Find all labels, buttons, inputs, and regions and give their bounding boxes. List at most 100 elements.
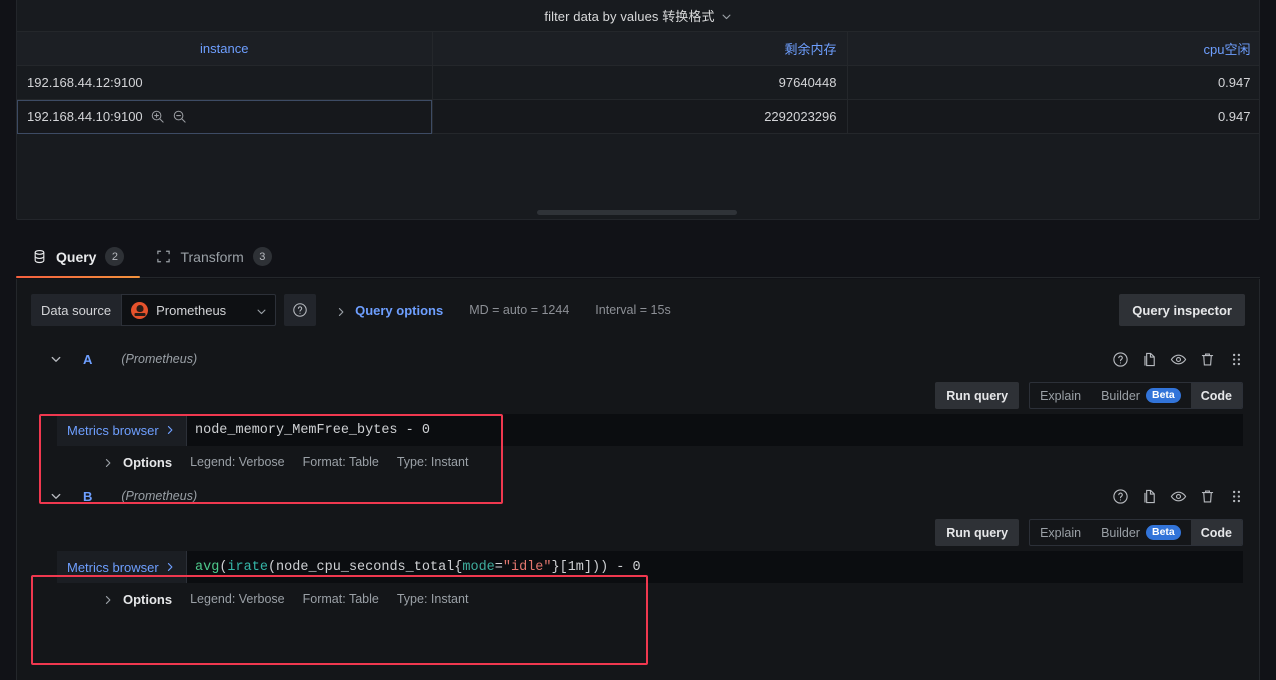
tab-transform-badge: 3: [252, 247, 272, 266]
query-b-datasource: (Prometheus): [121, 489, 198, 503]
expr-token: =: [494, 559, 503, 575]
datasource-row: Data source Prometheus Query options MD …: [17, 279, 1259, 341]
query-b-expression-input[interactable]: avg(irate (node_cpu_seconds_total{mode = "i…: [187, 551, 1243, 583]
query-editor-body: Data source Prometheus Query options MD …: [16, 279, 1260, 680]
trash-icon[interactable]: [1199, 351, 1216, 368]
query-a-refid[interactable]: A: [83, 352, 92, 367]
run-query-button[interactable]: Run query: [935, 519, 1020, 546]
cell-cpu: 0.947: [847, 99, 1259, 134]
query-a-datasource: (Prometheus): [121, 352, 198, 366]
code-mode-button[interactable]: Code: [1190, 383, 1242, 408]
expr-token: "idle": [502, 559, 552, 575]
chevron-down-icon[interactable]: [256, 306, 267, 317]
query-a-options-line[interactable]: Options Legend: Verbose Format: Table Ty…: [57, 446, 1243, 478]
table-horizontal-scrollbar[interactable]: [17, 205, 1259, 219]
beta-badge: Beta: [1145, 525, 1181, 540]
zoom-in-icon[interactable]: [150, 109, 165, 124]
cell-instance: 192.168.44.10:9100: [17, 99, 433, 134]
expr-token: -: [397, 422, 422, 438]
expr-token: (: [219, 559, 228, 575]
instance-value: 192.168.44.10:9100: [27, 109, 143, 124]
trash-icon[interactable]: [1199, 488, 1216, 505]
database-icon: [32, 249, 47, 264]
query-b-actions: [1112, 488, 1245, 505]
transform-icon: [156, 249, 171, 264]
option-format: Format: Table: [302, 455, 379, 469]
chevron-right-icon: [103, 457, 113, 467]
query-row-a: A (Prometheus) Run query Explain Builder: [17, 341, 1259, 478]
metrics-browser-label: Metrics browser: [67, 422, 159, 438]
panel-header: filter data by values 转换格式: [17, 0, 1259, 31]
query-a-editor: Metrics browser node_memory_MemFree_byte…: [17, 414, 1259, 478]
expr-token: 0: [421, 422, 430, 438]
query-b-expression-line: Metrics browser avg(irate (node_cpu_secon…: [57, 551, 1243, 583]
panel-title-menu[interactable]: filter data by values 转换格式: [544, 6, 731, 25]
expr-token: avg: [195, 559, 220, 575]
chevron-down-icon[interactable]: [47, 350, 65, 368]
drag-handle-icon[interactable]: [1228, 351, 1245, 368]
builder-mode-button[interactable]: Builder Beta: [1091, 383, 1191, 408]
chevron-right-icon: [165, 423, 175, 438]
query-a-toolbar: Run query Explain Builder Beta Code: [17, 377, 1259, 414]
help-circle-icon[interactable]: [284, 294, 317, 326]
datasource-picker[interactable]: Prometheus: [121, 294, 277, 326]
datasource-label: Data source: [31, 294, 122, 326]
column-header-instance[interactable]: instance: [17, 31, 433, 66]
scrollbar-thumb[interactable]: [537, 210, 737, 215]
duplicate-icon[interactable]: [1141, 488, 1158, 505]
prometheus-logo-icon: [131, 301, 149, 319]
duplicate-icon[interactable]: [1141, 351, 1158, 368]
query-inspector-button[interactable]: Query inspector: [1119, 294, 1245, 326]
query-a-expression-input[interactable]: node_memory_MemFree_bytes - 0: [187, 414, 1243, 446]
panel-title-text: filter data by values 转换格式: [544, 9, 715, 24]
expr-token: 0: [632, 559, 641, 575]
run-query-button[interactable]: Run query: [935, 382, 1020, 409]
eye-icon[interactable]: [1170, 488, 1187, 505]
option-type: Type: Instant: [396, 592, 469, 606]
code-mode-button[interactable]: Code: [1190, 520, 1242, 545]
column-header-cpu[interactable]: cpu空闲: [847, 31, 1259, 66]
chevron-right-icon: [336, 305, 346, 316]
query-b-options-line[interactable]: Options Legend: Verbose Format: Table Ty…: [57, 583, 1243, 615]
instance-value: 192.168.44.12:9100: [27, 75, 143, 90]
explain-toggle[interactable]: Explain: [1030, 383, 1091, 408]
column-header-mem[interactable]: 剩余内存: [432, 31, 848, 66]
metrics-browser-button[interactable]: Metrics browser: [57, 551, 187, 583]
table-header-row: instance 剩余内存 cpu空闲: [17, 31, 1259, 66]
table-row[interactable]: 192.168.44.12:9100 97640448 0.947: [17, 65, 1259, 100]
tab-transform[interactable]: Transform 3: [140, 247, 287, 277]
editor-tabs: Query 2 Transform 3: [16, 238, 1260, 278]
query-b-refid[interactable]: B: [83, 489, 92, 504]
grafana-panel-edit-page: filter data by values 转换格式 instance 剩余内存…: [0, 0, 1276, 680]
metrics-browser-label: Metrics browser: [67, 559, 159, 575]
eye-icon[interactable]: [1170, 351, 1187, 368]
help-circle-icon[interactable]: [1112, 488, 1129, 505]
tab-query-label: Query: [56, 248, 97, 265]
query-options-label: Query options: [355, 302, 444, 318]
metrics-browser-button[interactable]: Metrics browser: [57, 414, 187, 446]
builder-mode-button[interactable]: Builder Beta: [1091, 520, 1191, 545]
datasource-selected: Prometheus: [156, 302, 227, 318]
chevron-down-icon[interactable]: [721, 11, 732, 22]
table-row[interactable]: 192.168.44.10:9100 2292023296 0.947: [17, 99, 1259, 134]
help-circle-icon[interactable]: [1112, 351, 1129, 368]
expr-token: }[1m])) -: [551, 559, 633, 575]
tab-query[interactable]: Query 2: [16, 247, 141, 278]
query-row-b: B (Prometheus) Run query Explain Builder: [17, 478, 1259, 615]
data-table: instance 剩余内存 cpu空闲 192.168.44.12:9100 9…: [17, 31, 1259, 134]
panel-table: instance 剩余内存 cpu空闲 192.168.44.12:9100 9…: [17, 31, 1259, 219]
visualization-panel: filter data by values 转换格式 instance 剩余内存…: [16, 0, 1260, 220]
query-b-editor: Metrics browser avg(irate (node_cpu_secon…: [17, 551, 1259, 615]
explain-toggle[interactable]: Explain: [1030, 520, 1091, 545]
query-a-header: A (Prometheus): [17, 341, 1259, 377]
chevron-down-icon[interactable]: [47, 487, 65, 505]
tab-query-badge: 2: [105, 247, 125, 266]
cell-mem: 97640448: [432, 65, 848, 100]
drag-handle-icon[interactable]: [1228, 488, 1245, 505]
meta-max-datapoints: MD = auto = 1244: [469, 303, 570, 317]
options-title: Options: [123, 591, 173, 607]
query-options-toggle[interactable]: Query options: [336, 303, 443, 318]
chevron-right-icon: [103, 594, 113, 604]
zoom-out-icon[interactable]: [172, 109, 187, 124]
builder-label: Builder: [1101, 388, 1140, 403]
